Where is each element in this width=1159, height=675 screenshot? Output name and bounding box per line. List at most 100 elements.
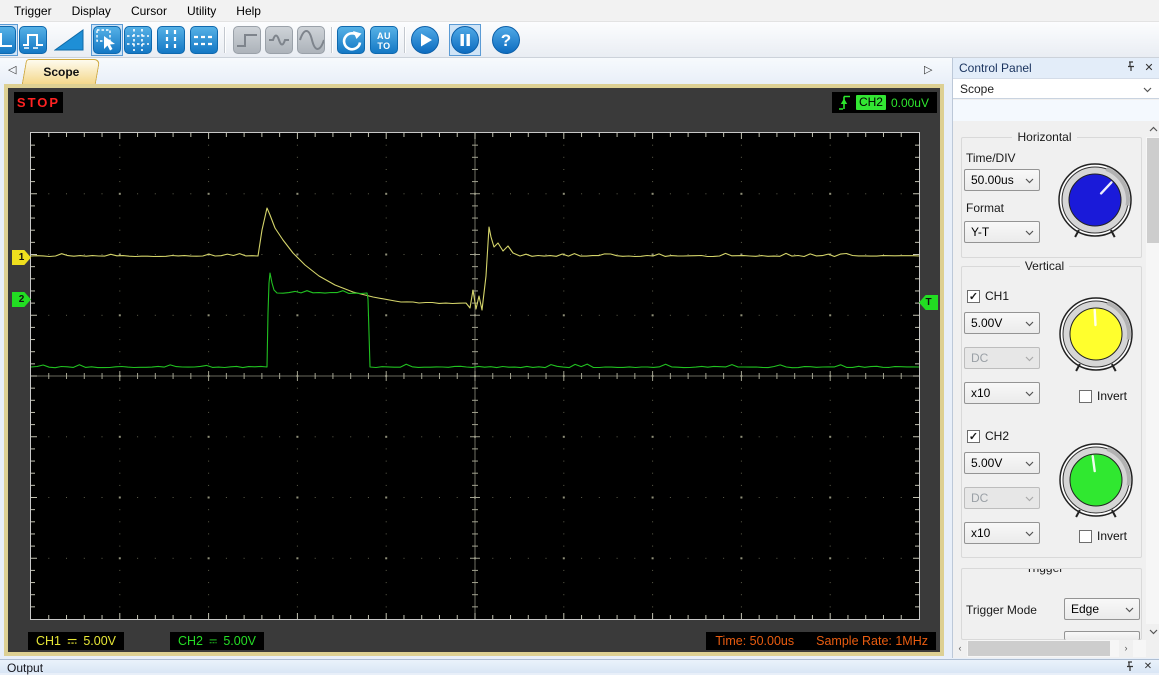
scope-display-panel: STOP CH2 0.00uV 1 2 T CH1 5.00V CH2 5.00… <box>4 84 944 656</box>
trigger-marker-label: T <box>925 297 932 308</box>
chevron-down-icon <box>1025 496 1034 502</box>
wave-button-disabled <box>265 26 293 54</box>
menu-help[interactable]: Help <box>226 1 271 21</box>
grid-cursors-button[interactable] <box>124 26 152 54</box>
grid-icon <box>127 29 149 51</box>
time-div-label: Time/DIV <box>966 151 1016 165</box>
menu-display[interactable]: Display <box>62 1 121 21</box>
question-mark-icon: ? <box>501 31 511 50</box>
ch1-scale-select[interactable]: 5.00V <box>964 312 1040 334</box>
menu-utility[interactable]: Utility <box>177 1 226 21</box>
chevron-down-icon <box>1025 321 1034 327</box>
close-icon[interactable]: ✕ <box>1141 661 1155 673</box>
checkbox-box: ✓ <box>967 429 980 443</box>
ch2-probe-select[interactable]: x10 <box>964 522 1040 544</box>
rising-edge-icon <box>838 95 850 110</box>
refresh-button[interactable] <box>337 26 365 54</box>
chevron-down-icon <box>1025 230 1034 236</box>
sine-wave-icon <box>299 30 324 50</box>
pin-icon[interactable] <box>1124 61 1138 75</box>
ch1-enable-checkbox[interactable]: ✓ CH1 <box>967 289 1009 303</box>
time-div-select[interactable]: 50.00us <box>964 169 1040 191</box>
ch1-probe-select[interactable]: x10 <box>964 382 1040 404</box>
output-panel-header: Output ✕ <box>0 659 1159 675</box>
vertical-cursors-button[interactable] <box>157 26 185 54</box>
step-wave-icon <box>237 34 257 47</box>
format-label: Format <box>966 201 1005 215</box>
step-wave-button-disabled <box>233 26 261 54</box>
chevron-down-icon <box>1025 178 1034 184</box>
control-panel-vertical-scrollbar[interactable] <box>1146 121 1159 640</box>
trigger-channel-chip: CH2 <box>855 95 886 110</box>
svg-text:?: ? <box>501 31 511 50</box>
tab-scroll-left-icon[interactable]: ◁ <box>8 63 16 76</box>
menu-trigger[interactable]: Trigger <box>4 1 62 21</box>
scrollbar-corner <box>1146 640 1159 657</box>
panel-mode-select[interactable]: Scope <box>953 78 1159 99</box>
ch1-scale-value: 5.00V <box>971 316 1003 330</box>
ch1-scale-value: 5.00V <box>83 634 116 648</box>
ch2-invert-checkbox[interactable]: Invert <box>1079 529 1127 543</box>
horizontal-cursors-button[interactable] <box>190 26 218 54</box>
auto-setup-button[interactable]: AU TO <box>370 26 398 54</box>
trigger-level-marker[interactable]: T <box>919 295 938 310</box>
pin-icon[interactable] <box>1123 661 1137 673</box>
trigger-mode-value: Edge <box>1071 602 1100 616</box>
falling-edge-trigger-button[interactable] <box>0 24 18 56</box>
ch1-invert-checkbox[interactable]: Invert <box>1079 389 1127 403</box>
falling-edge-icon <box>0 26 16 54</box>
ch2-position-knob[interactable] <box>1058 442 1134 518</box>
tab-bar: ◁ Scope ▷ <box>0 58 952 84</box>
help-button[interactable]: ? <box>492 26 520 54</box>
panel-mode-value: Scope <box>960 82 995 96</box>
trigger-level-value: 0.00uV <box>890 95 929 110</box>
scroll-right-icon[interactable]: › <box>1119 640 1133 657</box>
run-button[interactable] <box>411 26 439 54</box>
scroll-up-icon[interactable] <box>1146 121 1159 137</box>
ch2-coupling-select: DC <box>964 487 1040 509</box>
tab-scope[interactable]: Scope <box>21 59 101 84</box>
tab-scroll-right-icon[interactable]: ▷ <box>924 63 932 76</box>
ch2-marker-label: 2 <box>18 294 25 305</box>
cursor-select-button[interactable] <box>91 24 123 56</box>
horizontal-scroll-thumb[interactable] <box>968 641 1110 656</box>
checkbox-box <box>1079 529 1092 543</box>
ch1-coupling-value: DC <box>971 351 989 365</box>
horizontal-group-title: Horizontal <box>1012 130 1077 144</box>
vertical-scroll-thumb[interactable] <box>1147 138 1159 243</box>
control-panel-horizontal-scrollbar[interactable]: ‹ › <box>953 640 1146 657</box>
pulse-trigger-button[interactable] <box>19 26 47 54</box>
menu-cursor[interactable]: Cursor <box>121 1 177 21</box>
ramp-trigger-button[interactable] <box>53 28 84 55</box>
ch2-position-marker[interactable]: 2 <box>12 292 31 307</box>
checkbox-box: ✓ <box>967 289 980 303</box>
ch2-checkbox-label: CH2 <box>985 429 1010 443</box>
ch1-position-knob[interactable] <box>1058 296 1134 372</box>
pause-button[interactable] <box>449 24 481 56</box>
timebase-badge: Time: 50.00us Sample Rate: 1MHz <box>706 632 936 650</box>
horizontal-knob[interactable] <box>1057 162 1133 238</box>
ch2-scale-value: 5.00V <box>971 456 1003 470</box>
dc-coupling-icon <box>209 638 217 643</box>
chevron-down-icon <box>1125 607 1134 613</box>
scroll-left-icon[interactable]: ‹ <box>953 640 967 657</box>
ch2-enable-checkbox[interactable]: ✓ CH2 <box>967 429 1009 443</box>
panel-divider <box>953 100 1159 121</box>
pause-icon <box>451 26 479 54</box>
trigger-source-select-clipped[interactable] <box>1064 631 1140 640</box>
trigger-mode-select[interactable]: Edge <box>1064 598 1140 620</box>
ch1-position-marker[interactable]: 1 <box>12 250 31 265</box>
ch1-invert-label: Invert <box>1097 389 1128 403</box>
tab-scope-label: Scope <box>43 65 80 79</box>
ch1-marker-label: 1 <box>18 252 25 263</box>
cursor-arrow-icon <box>93 26 121 54</box>
format-select[interactable]: Y-T <box>964 221 1040 243</box>
time-div-value: 50.00us <box>971 173 1014 187</box>
close-icon[interactable]: ✕ <box>1142 61 1156 75</box>
refresh-icon <box>342 31 362 51</box>
scroll-down-icon[interactable] <box>1146 624 1159 640</box>
play-icon <box>421 33 432 47</box>
ch1-label: CH1 <box>36 634 62 648</box>
auto-label: AU TO <box>377 31 391 51</box>
ch2-scale-select[interactable]: 5.00V <box>964 452 1040 474</box>
